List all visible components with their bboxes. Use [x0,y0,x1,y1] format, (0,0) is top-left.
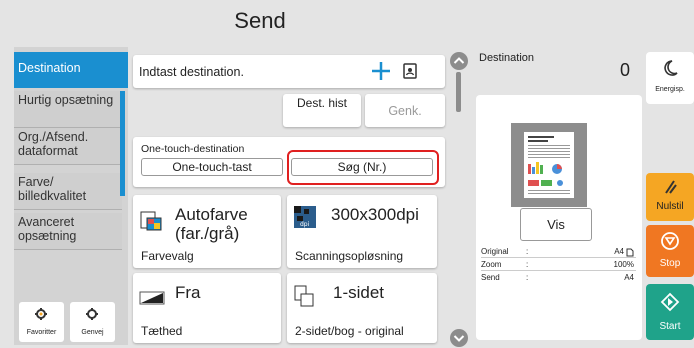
info-value: A4 [614,247,624,256]
resolution-tile[interactable]: dpi 300x300dpi Scanningsopløsning [287,195,437,268]
address-book-icon[interactable] [401,62,419,80]
scroll-down-icon[interactable] [449,328,469,348]
duplex-tile[interactable]: 1-sidet 2-sidet/bog - original [287,273,437,343]
svg-text:dpi: dpi [300,221,310,228]
document-preview-icon [524,132,574,198]
sidebar-active-border [120,91,125,196]
preview-thumbnail [511,123,587,207]
info-value: A4 [624,273,634,282]
shortcut-label: Genvej [81,329,104,336]
duplex-icon [294,285,314,307]
sidebar-item-org-format[interactable]: Org./Afsend. dataformat [14,128,122,165]
resolution-value: 300x300dpi [331,205,419,224]
reset-icon [665,180,677,194]
favorites-label: Favoritter [26,329,57,336]
info-row-original: Original : A4 [481,246,636,258]
sidebar-item-destination[interactable]: Destination [14,52,128,88]
density-tile[interactable]: Fra Tæthed [133,273,281,343]
preview-info: Original : A4 Zoom : 100% Send : A4 [481,246,636,286]
preview-destination-label: Destination [479,52,535,64]
destination-input-placeholder: Indtast destination. [139,65,244,79]
color-selection-tile[interactable]: Autofarve (far./grå) Farvevalg [133,195,281,268]
start-label: Start [659,321,681,332]
orientation-icon [626,248,634,257]
dest-hist-label: Dest. hist [296,96,347,110]
search-highlight-box [287,150,439,185]
preview-panel: Vis Original : A4 Zoom : 100% Send : A4 [476,95,642,340]
destination-count: 0 [620,60,631,80]
info-row-zoom: Zoom : 100% [481,259,636,271]
genk-label: Genk. [388,104,422,118]
sidebar-item-advanced[interactable]: Avanceret opsætning [14,213,122,250]
one-touch-key-button[interactable]: One-touch-tast [141,158,283,176]
reset-button[interactable]: Nulstil [646,173,694,221]
scroll-up-icon[interactable] [449,51,469,71]
one-touch-label: One-touch-destination [141,143,245,155]
info-row-send: Send : A4 [481,272,636,284]
start-icon [660,292,680,312]
info-key: Zoom [481,260,502,269]
view-button[interactable]: Vis [520,208,592,241]
sidebar-item-quick-setup[interactable]: Hurtig opsætning [14,91,122,128]
duplex-value: 1-sidet [333,283,385,302]
shortcut-button[interactable]: Genvej [70,302,115,342]
favorites-button[interactable]: Favoritter [19,302,64,342]
dpi-icon: dpi [294,206,316,228]
stop-label: Stop [659,258,681,269]
moon-icon [664,60,678,76]
density-value: Fra [175,283,201,302]
auto-color-icon [140,211,162,231]
start-button[interactable]: Start [646,284,694,340]
resolution-caption: Scanningsopløsning [295,249,404,263]
duplex-caption: 2-sidet/bog - original [295,324,404,338]
stop-button[interactable]: Stop [646,225,694,277]
favorites-gear-icon [35,308,47,320]
info-value: 100% [613,260,634,269]
info-sep: : [526,260,529,269]
destination-input[interactable]: Indtast destination. [133,55,445,88]
reset-label: Nulstil [656,201,684,212]
energy-saver-button[interactable]: Energisp. [646,52,694,104]
info-sep: : [526,247,529,256]
info-key: Send [481,273,500,282]
sidebar-item-color-quality[interactable]: Farve/ billedkvalitet [14,173,122,210]
stop-icon [661,232,679,250]
info-sep: : [526,273,529,282]
scrollbar-thumb[interactable] [456,72,461,112]
density-caption: Tæthed [141,324,183,338]
color-selection-caption: Farvevalg [141,249,194,263]
energy-label: Energisp. [655,86,685,93]
shortcut-gear-icon [86,308,98,320]
genk-button[interactable]: Genk. [365,94,445,127]
info-key: Original [481,247,509,256]
density-icon [139,291,165,305]
dest-hist-button[interactable]: Dest. hist [283,94,361,127]
sidebar: Destination Hurtig opsætning Org./Afsend… [14,47,128,345]
page-title: Send [234,8,286,33]
plus-icon[interactable] [370,60,392,82]
color-selection-value: Autofarve (far./grå) [175,205,248,243]
